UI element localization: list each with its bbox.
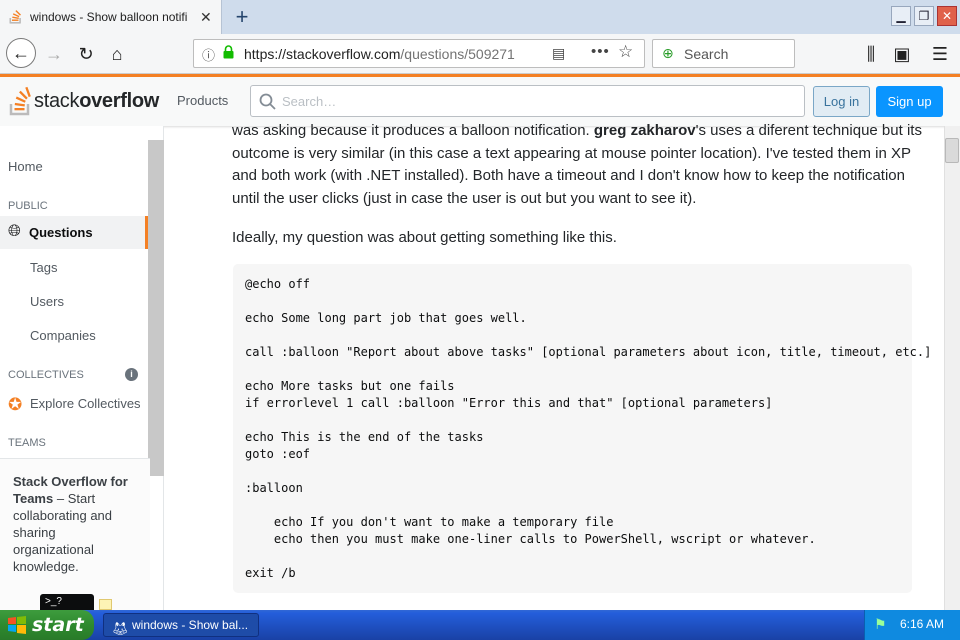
close-window-icon[interactable]: ✕ [937,6,957,26]
hamburger-menu-icon[interactable]: ☰ [926,40,954,68]
taskbar-window-label: windows - Show bal... [132,618,249,632]
browser-tab[interactable]: windows - Show balloon notifi ✕ [0,0,222,34]
windows-logo-icon [8,616,26,634]
stackoverflow-logo-icon [9,86,31,116]
new-tab-icon[interactable]: + [232,4,252,30]
notepad-icon[interactable] [99,599,112,610]
minimize-window-icon[interactable]: ▁ [891,6,911,26]
sidebar-heading-teams: TEAMS [8,437,46,449]
sidebar-item-users[interactable]: Users [30,294,64,309]
products-menu[interactable]: Products [177,93,228,108]
sidebar-scrollbar[interactable] [148,140,164,476]
start-button[interactable]: start [0,610,94,640]
collectives-star-icon: ✪ [8,395,23,414]
url-path: /questions/509271 [400,46,515,62]
sidebar-heading-public: PUBLIC [8,200,48,212]
url-host: https://stackoverflow.com [244,46,401,62]
url-text: https://stackoverflow.com/questions/5092… [244,46,515,62]
clock[interactable]: 6:16 AM [900,617,944,631]
info-icon[interactable]: ⓘ [202,45,215,64]
info-icon[interactable]: i [125,368,138,381]
search-icon [259,93,276,110]
sidebar-item-tags[interactable]: Tags [30,260,57,275]
globe-icon: 🌐︎ [8,223,21,240]
sidebar-item-home[interactable]: Home [8,159,43,174]
teams-promo: Stack Overflow for Teams – Start collabo… [0,458,150,610]
sidebar-item-questions[interactable]: 🌐︎ Questions [0,216,148,249]
login-button[interactable]: Log in [813,86,870,117]
forward-arrow-icon[interactable]: → [40,40,68,68]
taskbar-window-button[interactable]: 🦊︎ windows - Show bal... [103,613,259,637]
restore-window-icon[interactable]: ❐ [914,6,934,26]
so-logo[interactable]: stackoverflow [8,84,159,118]
library-icon[interactable]: ⫼ [857,40,885,68]
browser-tab-title: windows - Show balloon notifi [30,10,188,24]
sidebar-item-explore-collectives[interactable]: Explore Collectives [30,396,141,411]
so-search-placeholder: Search… [282,94,337,109]
home-icon[interactable]: ⌂ [103,40,131,68]
teams-promo-text: Stack Overflow for Teams – Start collabo… [13,473,138,575]
paragraph-text: was asking because it produces a balloon… [232,122,594,139]
answer-paragraph: was asking because it produces a balloon… [232,120,932,210]
signup-button[interactable]: Sign up [876,86,943,117]
sidebar-item-companies[interactable]: Companies [30,328,96,343]
page-scrollbar[interactable] [944,126,960,610]
so-search-input[interactable]: Search… [250,85,805,117]
page-actions-icon[interactable]: ••• [591,43,610,60]
browser-search-bar[interactable]: ⊕ Search [652,39,795,68]
back-arrow-icon[interactable]: ← [6,38,36,68]
stackoverflow-favicon-icon [9,10,21,24]
page-scrollbar-thumb[interactable] [945,138,959,163]
question-paragraph: Ideally, my question was about getting s… [232,229,617,246]
start-label: start [32,614,84,636]
firefox-icon: 🦊︎ [112,621,129,636]
network-icon[interactable]: ⚑ [874,616,887,633]
bookmark-star-icon[interactable]: ☆ [618,42,633,62]
sidebar-icon[interactable]: ▣ [888,40,916,68]
code-block[interactable]: @echo off echo Some long part job that g… [233,264,931,593]
sidebar-heading-collectives: COLLECTIVES [8,369,84,381]
reader-view-icon[interactable]: ▤ [552,45,565,62]
user-link[interactable]: greg zakharov [594,122,696,139]
reload-icon[interactable]: ↻ [72,40,100,68]
logo-text-bold: overflow [79,89,160,112]
logo-text-regular: stack [34,89,80,112]
lock-icon [223,45,234,59]
close-tab-icon[interactable]: ✕ [200,9,212,26]
sidebar-item-label: Questions [29,225,93,240]
command-prompt-icon[interactable]: >_? [40,594,94,610]
logo-text: stackoverflow [34,90,159,113]
url-bar[interactable]: ⓘ https://stackoverflow.com/questions/50… [193,39,645,68]
code-text: @echo off echo Some long part job that g… [245,277,932,580]
search-icon: ⊕ [662,45,674,61]
browser-search-placeholder: Search [684,46,729,62]
